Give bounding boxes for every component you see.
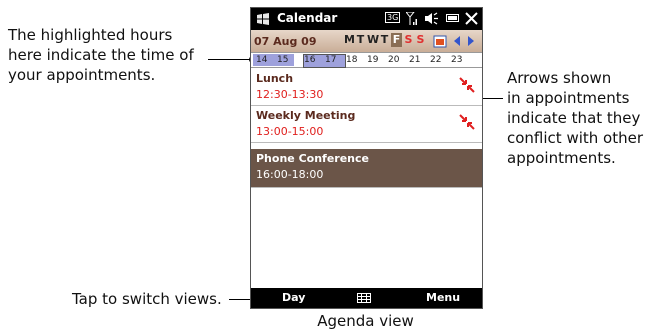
- signal-icon: [406, 12, 417, 25]
- appointment-title: Phone Conference: [256, 152, 369, 165]
- date-bar: 07 Aug 09 M T W T F S S: [251, 30, 482, 53]
- title-bar: Calendar 3G: [251, 8, 482, 30]
- hour-label: 21: [409, 55, 421, 65]
- grid-view-icon[interactable]: [357, 293, 371, 303]
- menu-softkey[interactable]: Menu: [426, 291, 460, 304]
- hour-bar: 14 15 16 17 18 19 20 21 22 23: [251, 53, 482, 68]
- weekday-sun[interactable]: S: [415, 33, 426, 47]
- windows-logo-icon[interactable]: [256, 13, 270, 25]
- appointment-title: Weekly Meeting: [256, 109, 356, 122]
- callout-arrows-line: [481, 98, 503, 99]
- appointment-time: 13:00-15:00: [256, 125, 324, 138]
- previous-week-icon[interactable]: [453, 36, 461, 46]
- conflict-arrows-icon: [459, 114, 475, 130]
- hour-label: 15: [277, 55, 289, 65]
- volume-icon[interactable]: [425, 12, 439, 25]
- phone-screen: Calendar 3G 07 Aug 09 M T W T F S S 14 1…: [250, 7, 483, 309]
- hour-label: 19: [367, 55, 379, 65]
- appointment-time: 16:00-18:00: [256, 168, 324, 181]
- callout-hours-line: [208, 59, 252, 60]
- day-view-softkey[interactable]: Day: [282, 291, 305, 304]
- conflict-arrows-icon: [459, 77, 475, 93]
- weekday-thu[interactable]: T: [379, 33, 390, 47]
- hour-label: 17: [325, 55, 337, 65]
- battery-icon: [446, 14, 459, 22]
- close-icon[interactable]: [465, 12, 478, 25]
- hour-label: 20: [388, 55, 400, 65]
- weekday-mon[interactable]: M: [344, 33, 355, 47]
- hour-label: 22: [430, 55, 442, 65]
- current-date[interactable]: 07 Aug 09: [254, 35, 317, 48]
- network-3g-icon: 3G: [385, 12, 401, 23]
- appointment-item-selected[interactable]: Phone Conference 16:00-18:00: [251, 149, 482, 188]
- weekday-sat[interactable]: S: [403, 33, 414, 47]
- hour-label: 18: [346, 55, 358, 65]
- weekday-wed[interactable]: W: [367, 33, 379, 47]
- weekday-tue[interactable]: T: [355, 33, 366, 47]
- hour-label: 16: [304, 55, 316, 65]
- hour-label: 14: [256, 55, 268, 65]
- next-week-icon[interactable]: [467, 36, 475, 46]
- appointment-item[interactable]: Weekly Meeting 13:00-15:00: [251, 106, 482, 143]
- appointment-item[interactable]: Lunch 12:30-13:30: [251, 69, 482, 106]
- callout-hours: The highlighted hours here indicate the …: [8, 26, 194, 84]
- today-icon[interactable]: [433, 34, 447, 48]
- app-title: Calendar: [277, 11, 338, 25]
- callout-arrows: Arrows shown in appointments indicate th…: [507, 69, 643, 167]
- weekday-fri[interactable]: F: [391, 33, 402, 47]
- soft-key-bar: Day Menu: [251, 288, 482, 308]
- hour-label: 23: [451, 55, 463, 65]
- figure-caption: Agenda view: [317, 312, 414, 330]
- appointment-title: Lunch: [256, 72, 294, 85]
- appointment-time: 12:30-13:30: [256, 88, 324, 101]
- callout-switch: Tap to switch views.: [72, 290, 222, 308]
